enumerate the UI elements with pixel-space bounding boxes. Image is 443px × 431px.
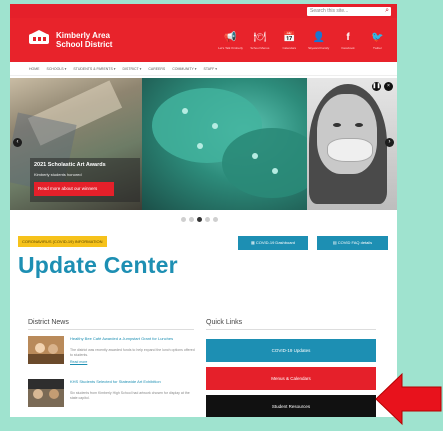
search-box[interactable]: Search this site... ⌕ <box>307 7 391 16</box>
district-logo[interactable] <box>28 30 50 46</box>
quick-links-heading: Quick Links <box>206 319 243 326</box>
portrait-face <box>317 94 377 174</box>
quick-link-student-resources[interactable]: Student Resources <box>206 395 376 417</box>
nav-item-community[interactable]: COMMUNITY ▾ <box>172 62 196 76</box>
search-input[interactable]: Search this site... <box>310 8 348 14</box>
nav-item-staff[interactable]: STAFF ▾ <box>204 62 218 76</box>
district-news-heading: District News <box>28 319 69 326</box>
carousel-dot[interactable] <box>181 217 186 222</box>
district-name[interactable]: Kimberly Area School District <box>56 31 146 49</box>
news-excerpt: Six students from Kimberly High School h… <box>70 391 190 400</box>
water-drop <box>252 153 258 159</box>
news-title[interactable]: Healthy Bee Café Awarded a Jumpstart Gra… <box>70 336 198 341</box>
water-drop <box>272 168 278 174</box>
quick-icon-facebook[interactable]: f Facebook <box>336 32 361 58</box>
news-item: KHS Students Selected for Statewide Art … <box>28 379 198 417</box>
nav-item-district[interactable]: DISTRICT ▾ <box>123 62 142 76</box>
news-thumbnail[interactable] <box>28 336 64 364</box>
quick-link-menus-calendars[interactable]: Menus & Calendars <box>206 367 376 390</box>
update-center-title: Update Center <box>18 252 178 278</box>
carousel-prev-button[interactable]: ‹ <box>13 138 22 147</box>
main-nav: HOME SCHOOLS ▾ STUDENTS & PARENTS ▾ DIST… <box>10 62 397 76</box>
portrait-mask <box>327 138 373 162</box>
divider <box>28 329 194 330</box>
covid-info-tag: CORONAVIRUS (COVID-19) INFORMATION <box>18 236 107 247</box>
header-quick-icons: 📢 Let's Talk Kimberly 🍽 School Menus 📅 C… <box>218 32 390 58</box>
quick-icon-menus[interactable]: 🍽 School Menus <box>247 32 272 58</box>
person-icon: 👤 <box>312 32 325 43</box>
news-thumbnail[interactable] <box>28 379 64 407</box>
covid-faq-label: COVID FAQ details <box>337 240 373 245</box>
nav-item-students-parents[interactable]: STUDENTS & PARENTS ▾ <box>73 62 115 76</box>
carousel-next-button[interactable]: › <box>385 138 394 147</box>
quick-icon-label: Calendars <box>282 46 297 50</box>
divider <box>206 329 376 330</box>
quick-icon-label: Twitter <box>373 46 382 50</box>
lunch-icon: 🍽 <box>253 32 267 43</box>
quick-icon-skyward[interactable]: 👤 Skyward Family <box>306 32 331 58</box>
slide-cta-button[interactable]: Read more about our winners <box>34 182 114 196</box>
hero-carousel: 2021 Scholastic Art Awards Kimberly stud… <box>10 78 397 210</box>
news-title[interactable]: KHS Students Selected for Statewide Art … <box>70 379 198 384</box>
carousel-dots <box>181 217 218 222</box>
district-name-line1: Kimberly Area <box>56 31 110 40</box>
carousel-dot-active[interactable] <box>197 217 202 222</box>
district-name-line2: School District <box>56 40 113 49</box>
carousel-dot[interactable] <box>205 217 210 222</box>
news-excerpt: The district was recently awarded funds … <box>70 348 195 357</box>
twitter-icon: 🐦 <box>371 32 384 43</box>
quick-icon-label: School Menus <box>250 46 270 50</box>
portrait-eye <box>355 123 363 127</box>
news-read-more-link[interactable]: Read more <box>70 360 87 364</box>
nav-item-careers[interactable]: CAREERS <box>148 62 165 76</box>
quick-icon-label: Facebook <box>341 46 355 50</box>
slide-image-leaves <box>142 78 322 210</box>
carousel-pause-button[interactable]: ❚❚ <box>372 82 381 91</box>
water-drop <box>212 123 218 129</box>
quick-icon-label: Let's Talk Kimberly <box>218 46 243 50</box>
facebook-icon: f <box>346 32 350 43</box>
nav-item-schools[interactable]: SCHOOLS ▾ <box>47 62 67 76</box>
nav-item-home[interactable]: HOME <box>29 62 40 76</box>
covid-dashboard-button[interactable]: ▦ COVID-19 Dashboard <box>238 236 308 250</box>
covid-faq-button[interactable]: ▤ COVID FAQ details <box>317 236 388 250</box>
covid-dashboard-label: COVID-19 Dashboard <box>255 240 296 245</box>
megaphone-icon: 📢 <box>224 32 237 43</box>
news-item: Healthy Bee Café Awarded a Jumpstart Gra… <box>28 336 198 376</box>
slide-caption: 2021 Scholastic Art Awards Kimberly stud… <box>30 158 140 202</box>
portrait-eye <box>333 123 341 127</box>
calendar-icon: 📅 <box>283 32 296 43</box>
carousel-dot[interactable] <box>213 217 218 222</box>
quick-icon-label: Skyward Family <box>308 46 330 50</box>
slide-image-portrait <box>307 78 397 210</box>
site-header: Kimberly Area School District 📢 Let's Ta… <box>10 18 397 62</box>
quick-icon-talk[interactable]: 📢 Let's Talk Kimberly <box>218 32 243 58</box>
carousel-dot[interactable] <box>189 217 194 222</box>
carousel-close-button[interactable]: × <box>384 82 393 91</box>
quick-icon-calendars[interactable]: 📅 Calendars <box>277 32 302 58</box>
water-drop <box>182 108 188 114</box>
slide-title: 2021 Scholastic Art Awards <box>34 162 106 168</box>
school-district-homepage: Search this site... ⌕ Kimberly Area Scho… <box>10 4 397 417</box>
slide-subtitle: Kimberly students honored <box>34 172 82 177</box>
red-pointer-arrow-icon <box>375 372 442 426</box>
quick-icon-twitter[interactable]: 🐦 Twitter <box>365 32 390 58</box>
quick-link-covid-updates[interactable]: COVID-19 Updates <box>206 339 376 362</box>
water-drop <box>197 143 203 149</box>
utility-bar: Search this site... ⌕ <box>10 4 397 18</box>
search-icon[interactable]: ⌕ <box>385 7 389 15</box>
